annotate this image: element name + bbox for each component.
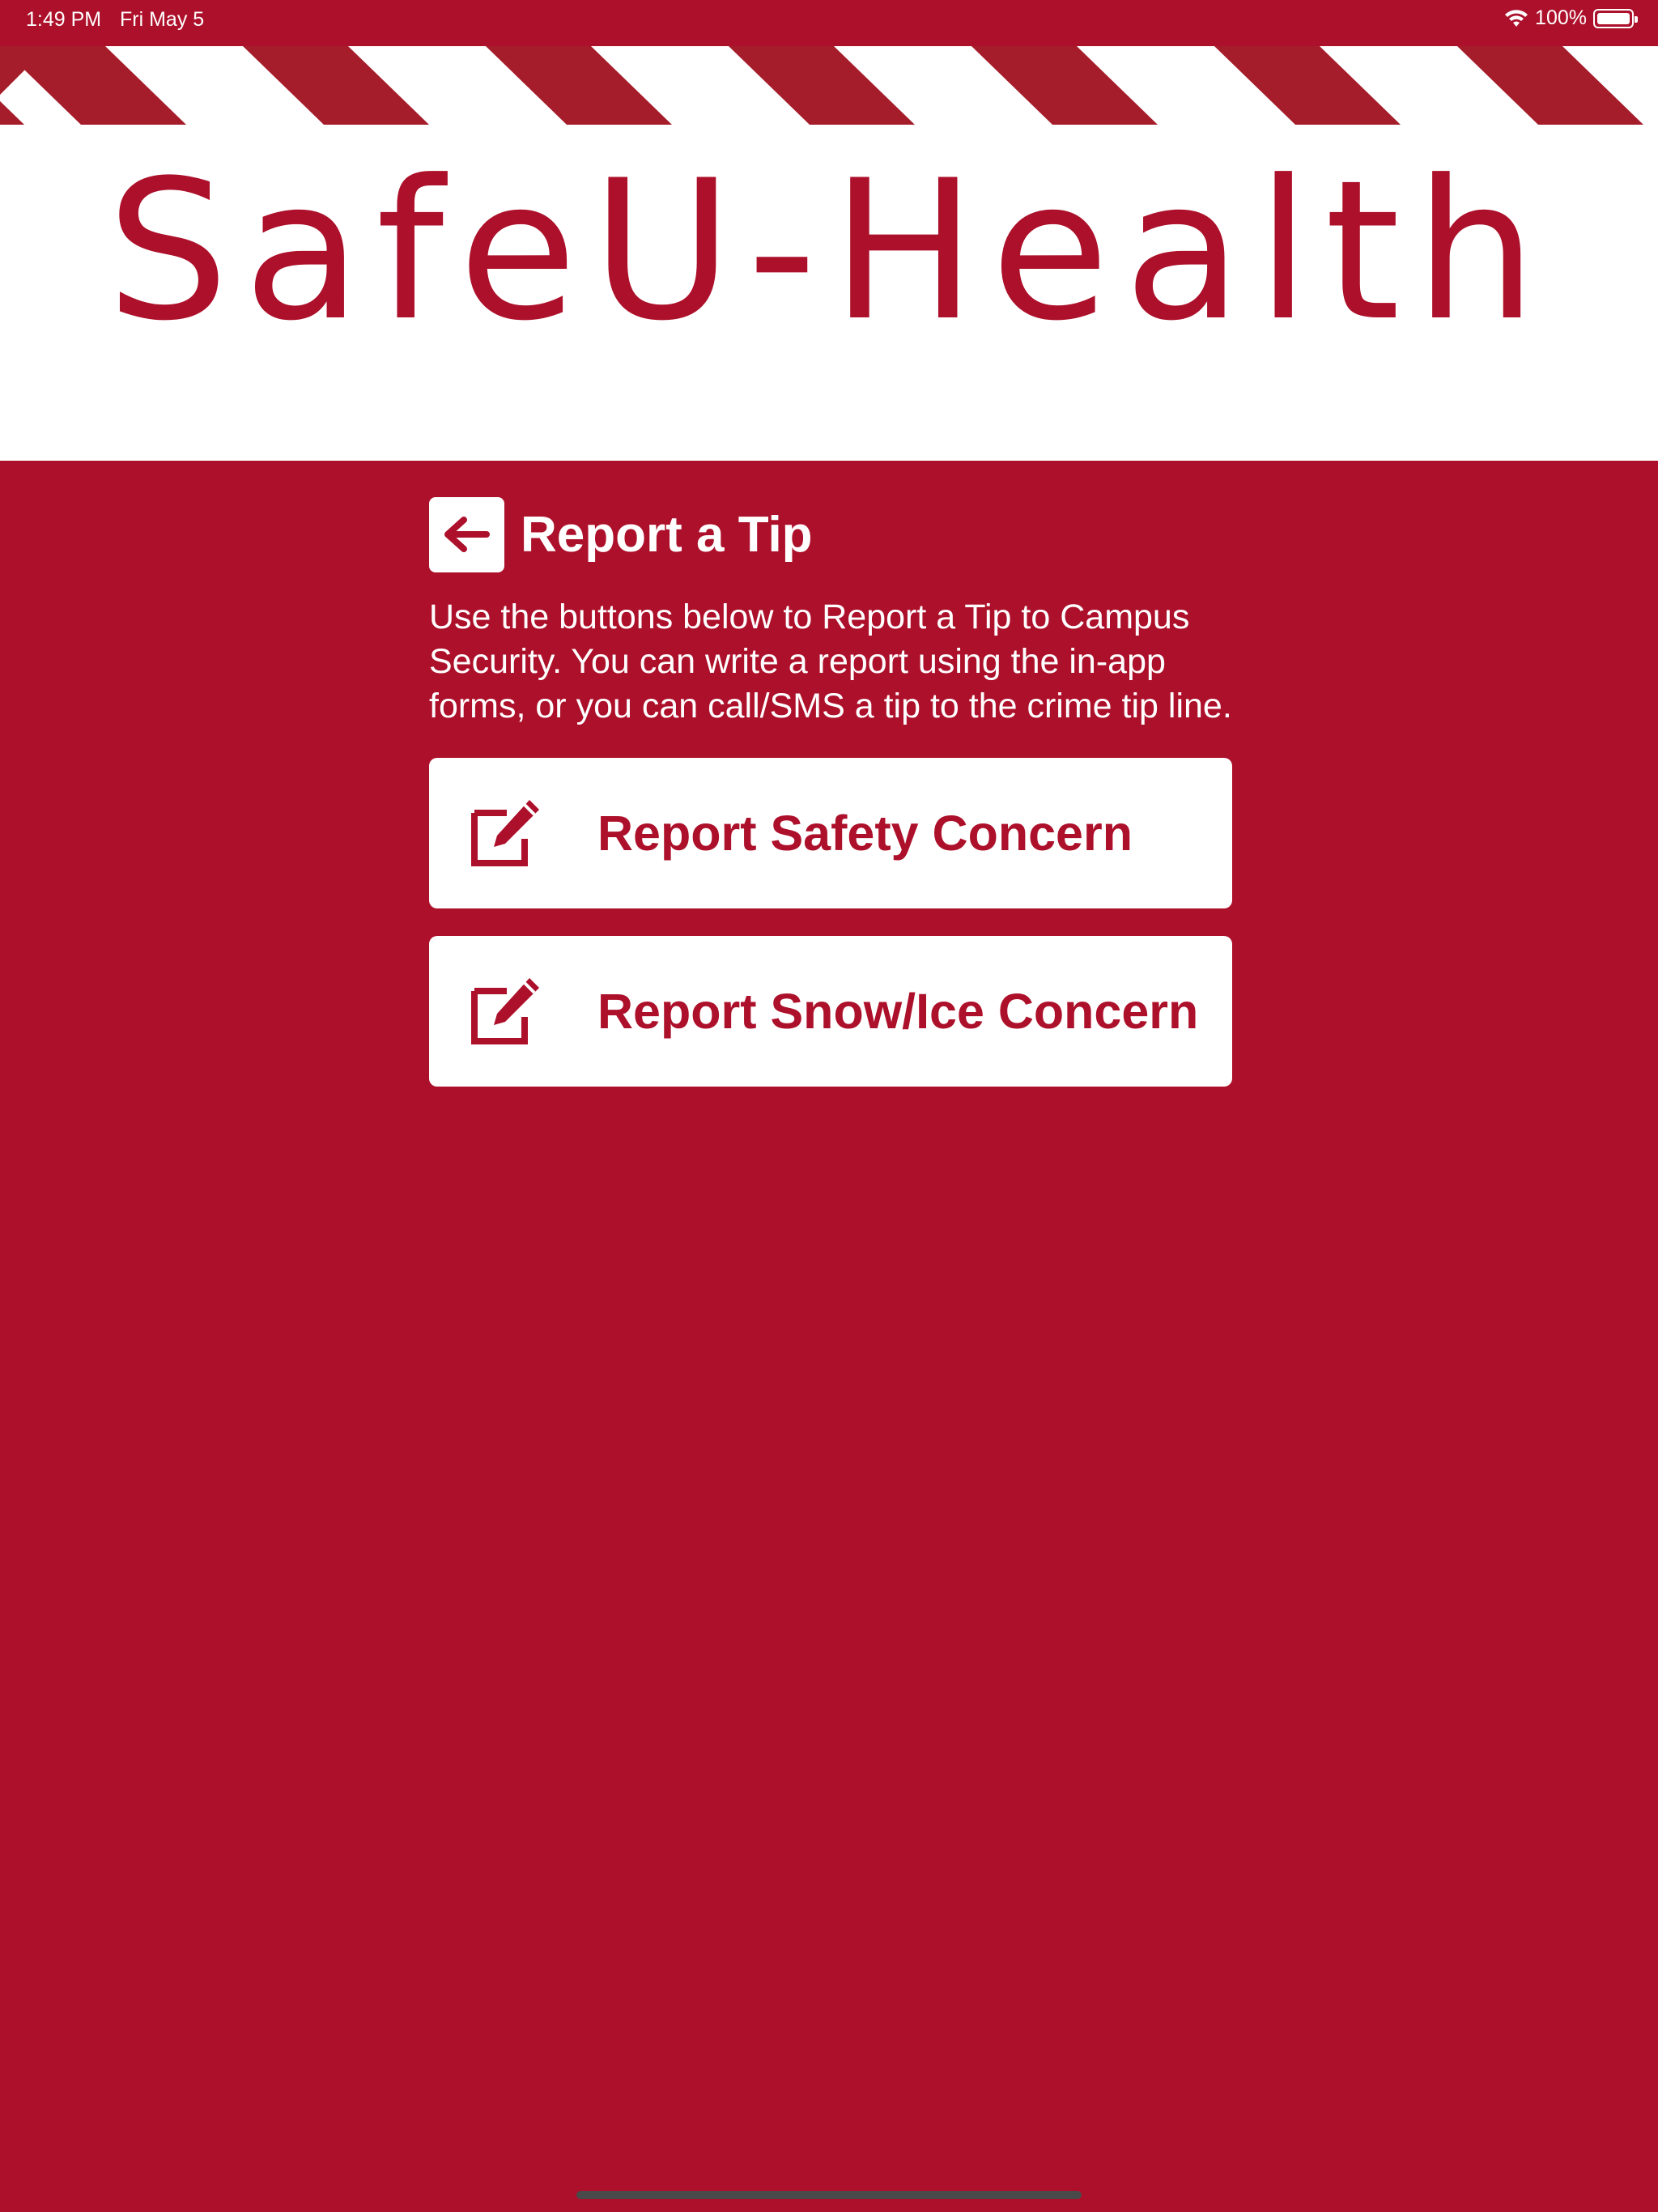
arrow-left-icon [444, 517, 490, 552]
edit-icon [471, 978, 539, 1044]
page-title: Report a Tip [521, 506, 813, 563]
home-indicator[interactable] [576, 2191, 1082, 2199]
report-safety-concern-label: Report Safety Concern [597, 806, 1133, 861]
status-time: 1:49 PM [26, 8, 102, 31]
status-date: Fri May 5 [120, 8, 205, 31]
status-indicators: 100% [1504, 6, 1638, 30]
battery-icon [1593, 8, 1638, 28]
back-button[interactable] [429, 496, 504, 572]
status-bar: 1:49 PM Fri May 5 100% [0, 0, 1658, 46]
banner: SafeU-Health [0, 46, 1658, 461]
battery-percent: 100% [1535, 6, 1587, 29]
page-description: Use the buttons below to Report a Tip to… [429, 598, 1232, 725]
main-content: Report a Tip Use the buttons below to Re… [429, 496, 1232, 1087]
hazard-stripes [0, 46, 1658, 125]
page-header: Report a Tip [429, 496, 1232, 572]
report-safety-concern-button[interactable]: Report Safety Concern [429, 758, 1232, 908]
report-snow-ice-concern-label: Report Snow/Ice Concern [597, 984, 1199, 1039]
app-logo: SafeU-Health [106, 139, 1552, 364]
wifi-icon [1505, 9, 1528, 27]
battery-fill [1597, 12, 1630, 24]
report-snow-ice-concern-button[interactable]: Report Snow/Ice Concern [429, 936, 1232, 1087]
edit-icon [471, 800, 539, 866]
